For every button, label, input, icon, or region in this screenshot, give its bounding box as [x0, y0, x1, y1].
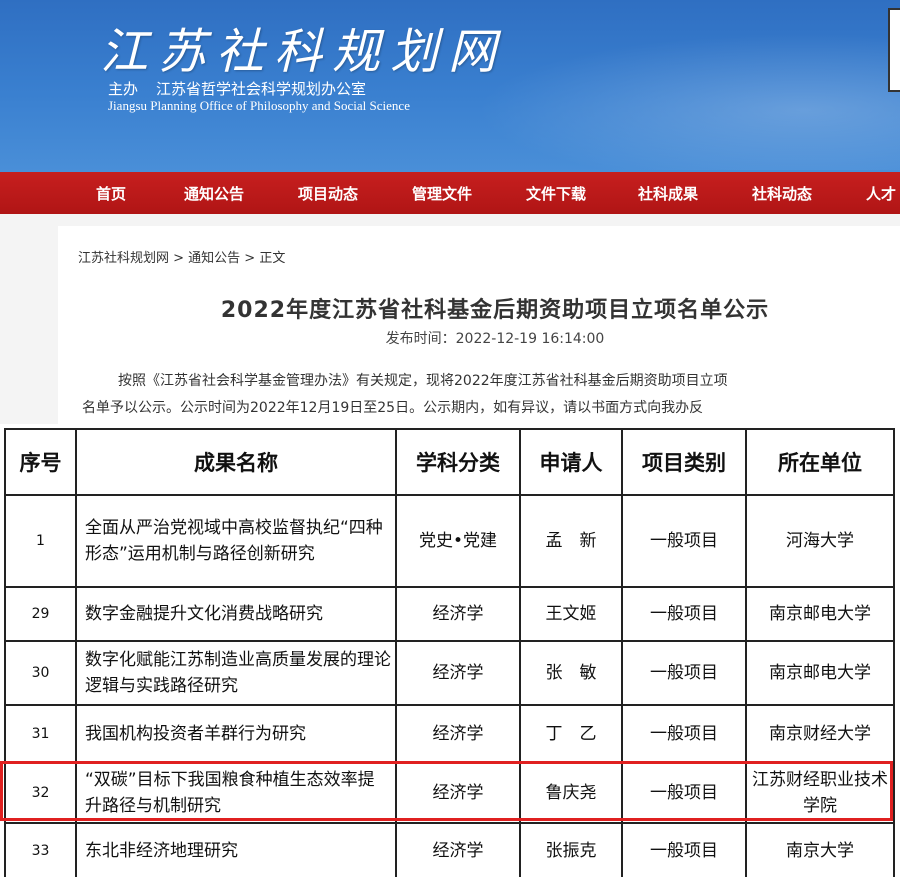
cell-index: 33	[4, 822, 77, 877]
cell-project-type: 一般项目	[621, 640, 747, 706]
cell-title: 数字化赋能江苏制造业高质量发展的理论逻辑与实践路径研究	[75, 640, 397, 706]
article-title: 2022年度江苏省社科基金后期资助项目立项名单公示	[220, 298, 770, 323]
breadcrumb[interactable]: 江苏社科规划网 > 通知公告 > 正文	[78, 247, 285, 266]
cell-title: 东北非经济地理研究	[75, 822, 397, 877]
cell-title: “双碳”目标下我国粮食种植生态效率提升路径与机制研究	[75, 762, 397, 824]
cell-title: 全面从严治党视域中高校监督执纪“四种形态”运用机制与路径创新研究	[75, 494, 397, 588]
cell-discipline: 党史•党建	[395, 494, 521, 588]
table-header-row: 序号 成果名称 学科分类 申请人 项目类别 所在单位	[4, 428, 895, 496]
result-table: 序号 成果名称 学科分类 申请人 项目类别 所在单位 1 全面从严治党视域中高校…	[4, 428, 895, 877]
nav-item-management-files[interactable]: 管理文件	[412, 183, 472, 204]
table-row-highlighted: 32 “双碳”目标下我国粮食种植生态效率提升路径与机制研究 经济学 鲁庆尧 一般…	[4, 762, 895, 824]
nav-item-talent[interactable]: 人才	[866, 183, 896, 204]
header-institution: 所在单位	[745, 428, 895, 496]
article-paragraph-2: 名单予以公示。公示时间为2022年12月19日至25日。公示期内，如有异议，请以…	[82, 400, 704, 416]
host-line: 主办 江苏省哲学社会科学规划办公室	[108, 78, 384, 99]
header-project-type: 项目类别	[621, 428, 747, 496]
right-edge-strip	[896, 578, 900, 877]
header-title: 成果名称	[75, 428, 397, 496]
nav-item-social-news[interactable]: 社科动态	[752, 183, 812, 204]
host-org: 江苏省哲学社会科学规划办公室	[156, 80, 367, 98]
cell-institution: 河海大学	[745, 494, 895, 588]
nav-item-home[interactable]: 首页	[96, 183, 126, 204]
nav-item-notices[interactable]: 通知公告	[184, 183, 244, 204]
cell-applicant: 张振克	[519, 822, 623, 877]
cell-institution: 南京邮电大学	[745, 640, 895, 706]
table-row: 33 东北非经济地理研究 经济学 张振克 一般项目 南京大学	[4, 822, 895, 877]
result-table-container: 序号 成果名称 学科分类 申请人 项目类别 所在单位 1 全面从严治党视域中高校…	[0, 424, 900, 877]
table-row: 30 数字化赋能江苏制造业高质量发展的理论逻辑与实践路径研究 经济学 张 敏 一…	[4, 640, 895, 706]
cell-index: 30	[4, 640, 77, 706]
table-row: 1 全面从严治党视域中高校监督执纪“四种形态”运用机制与路径创新研究 党史•党建…	[4, 494, 895, 588]
cell-discipline: 经济学	[395, 586, 521, 642]
cell-applicant: 孟 新	[519, 494, 623, 588]
header-applicant: 申请人	[519, 428, 623, 496]
cell-index: 32	[4, 762, 77, 824]
cell-title: 我国机构投资者羊群行为研究	[75, 704, 397, 764]
nav-item-achievements[interactable]: 社科成果	[638, 183, 698, 204]
cell-applicant: 鲁庆尧	[519, 762, 623, 824]
cell-index: 1	[4, 494, 77, 588]
cell-applicant: 丁 乙	[519, 704, 623, 764]
site-banner: 江苏社科规划网 主办 江苏省哲学社会科学规划办公室 Jiangsu Plannin…	[0, 0, 900, 172]
main-nav: 首页 通知公告 项目动态 管理文件 文件下载 社科成果 社科动态 人才	[0, 172, 900, 214]
cell-project-type: 一般项目	[621, 762, 747, 824]
cell-project-type: 一般项目	[621, 494, 747, 588]
host-label: 主办	[108, 80, 139, 98]
header-discipline: 学科分类	[395, 428, 521, 496]
cell-applicant: 王文姬	[519, 586, 623, 642]
corner-qr-fragment	[888, 8, 900, 92]
cell-project-type: 一般项目	[621, 822, 747, 877]
host-org-english: Jiangsu Planning Office of Philosophy an…	[108, 98, 410, 113]
cell-project-type: 一般项目	[621, 704, 747, 764]
table-row: 29 数字金融提升文化消费战略研究 经济学 王文姬 一般项目 南京邮电大学	[4, 586, 895, 642]
cell-project-type: 一般项目	[621, 586, 747, 642]
article-paragraph-1: 按照《江苏省社会科学基金管理办法》有关规定，现将2022年度江苏省社科基金后期资…	[118, 373, 728, 389]
nav-item-downloads[interactable]: 文件下载	[526, 183, 586, 204]
cell-institution: 南京财经大学	[745, 704, 895, 764]
cell-institution: 南京大学	[745, 822, 895, 877]
cell-institution: 江苏财经职业技术学院	[745, 762, 895, 824]
table-row: 31 我国机构投资者羊群行为研究 经济学 丁 乙 一般项目 南京财经大学	[4, 704, 895, 764]
nav-item-project-news[interactable]: 项目动态	[298, 183, 358, 204]
cell-discipline: 经济学	[395, 640, 521, 706]
cell-discipline: 经济学	[395, 762, 521, 824]
cell-index: 29	[4, 586, 77, 642]
header-index: 序号	[4, 428, 77, 496]
cell-applicant: 张 敏	[519, 640, 623, 706]
cell-discipline: 经济学	[395, 822, 521, 877]
cell-index: 31	[4, 704, 77, 764]
cell-title: 数字金融提升文化消费战略研究	[75, 586, 397, 642]
publish-time: 发布时间：2022-12-19 16:14:00	[385, 331, 605, 347]
site-title[interactable]: 江苏社科规划网	[100, 12, 506, 82]
cell-discipline: 经济学	[395, 704, 521, 764]
cell-institution: 南京邮电大学	[745, 586, 895, 642]
